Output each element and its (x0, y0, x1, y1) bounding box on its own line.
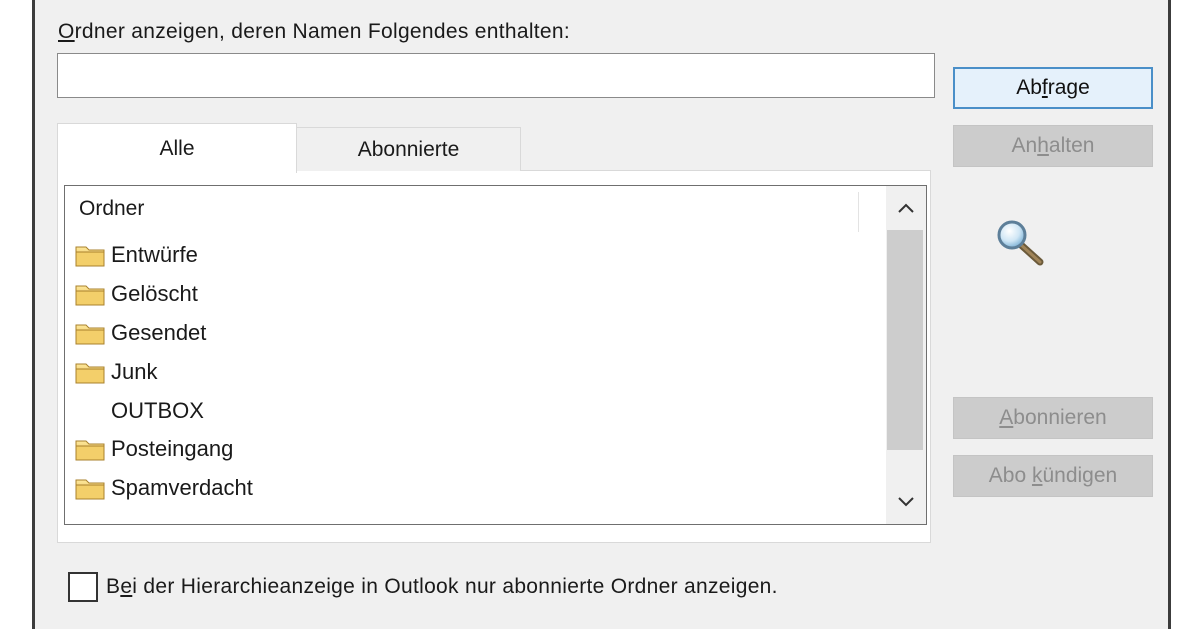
folder-icon (75, 360, 105, 384)
folder-rows: Entwürfe Gelöscht Gesendet Junk OUTBOX Postei… (75, 236, 855, 508)
column-header-ordner[interactable]: Ordner (65, 186, 859, 231)
folder-name: OUTBOX (111, 397, 204, 423)
chevron-down-icon (898, 497, 914, 507)
subscribed-only-checkbox-label[interactable]: Bei der Hierarchieanzeige in Outlook nur… (106, 575, 778, 599)
folder-icon (75, 437, 105, 461)
unsubscribe-button-label-post: ündigen (1042, 464, 1118, 487)
folder-name: Gesendet (111, 319, 207, 345)
scroll-up-button[interactable] (886, 186, 926, 230)
subscribe-button[interactable]: Abonnieren (953, 397, 1153, 439)
checkbox-label-post: i der Hierarchieanzeige in Outlook nur a… (132, 575, 778, 598)
subscribed-only-checkbox[interactable] (68, 572, 98, 602)
folder-list[interactable]: Ordner Entwürfe Gelöscht Gesendet Junk OUTBO… (64, 185, 927, 525)
scroll-thumb[interactable] (887, 230, 923, 450)
folder-icon (75, 476, 105, 500)
folder-name: Posteingang (111, 436, 234, 462)
query-button[interactable]: Ab f rage (953, 67, 1153, 109)
folder-name: Junk (111, 358, 158, 384)
scroll-down-button[interactable] (886, 480, 926, 524)
search-magnifier-icon (997, 220, 1044, 266)
stop-button-label-pre: An (1011, 134, 1038, 157)
unsubscribe-button-label-pre: Abo (988, 464, 1032, 487)
stop-button-label-post: alten (1048, 134, 1095, 157)
query-button-label-post: rage (1047, 76, 1090, 99)
subscribe-button-accel: A (999, 406, 1014, 429)
subscribe-button-label-post: bonnieren (1013, 406, 1107, 429)
folder-row[interactable]: Entwürfe (75, 236, 855, 275)
unsubscribe-button-accel: k (1031, 464, 1043, 487)
vertical-scrollbar[interactable] (886, 186, 926, 524)
folder-row[interactable]: Posteingang (75, 430, 855, 469)
checkbox-label-pre: B (106, 575, 121, 598)
chevron-up-icon (898, 203, 914, 213)
folder-icon (75, 321, 105, 345)
stop-button[interactable]: An h alten (953, 125, 1153, 167)
unsubscribe-button[interactable]: Abo k ündigen (953, 455, 1153, 497)
folder-search-input[interactable] (57, 53, 935, 98)
folder-row[interactable]: Spamverdacht (75, 469, 855, 508)
folder-name: Gelöscht (111, 281, 198, 307)
search-label-text: rdner anzeigen, deren Namen Folgendes en… (74, 20, 571, 43)
folder-row[interactable]: OUTBOX (75, 391, 855, 430)
tab-all[interactable]: Alle (57, 123, 297, 173)
column-header-label: Ordner (79, 196, 145, 220)
folder-icon (75, 243, 105, 267)
folder-icon (75, 282, 105, 306)
search-label-accel: O (58, 20, 75, 43)
tab-subscribed-label: Abonnierte (357, 137, 460, 161)
tab-subscribed[interactable]: Abonnierte (296, 127, 521, 171)
query-button-label-pre: Ab (1016, 76, 1042, 99)
checkbox-label-accel: e (120, 575, 133, 598)
search-label: Ordner anzeigen, deren Namen Folgendes e… (58, 20, 570, 44)
folder-row[interactable]: Gesendet (75, 314, 855, 353)
column-separator[interactable] (858, 192, 859, 232)
folder-row[interactable]: Junk (75, 352, 855, 391)
tab-all-label: Alle (159, 136, 195, 160)
folder-name: Entwürfe (111, 242, 198, 268)
stop-button-accel: h (1037, 134, 1049, 157)
folder-name: Spamverdacht (111, 475, 253, 501)
folder-row[interactable]: Gelöscht (75, 275, 855, 314)
